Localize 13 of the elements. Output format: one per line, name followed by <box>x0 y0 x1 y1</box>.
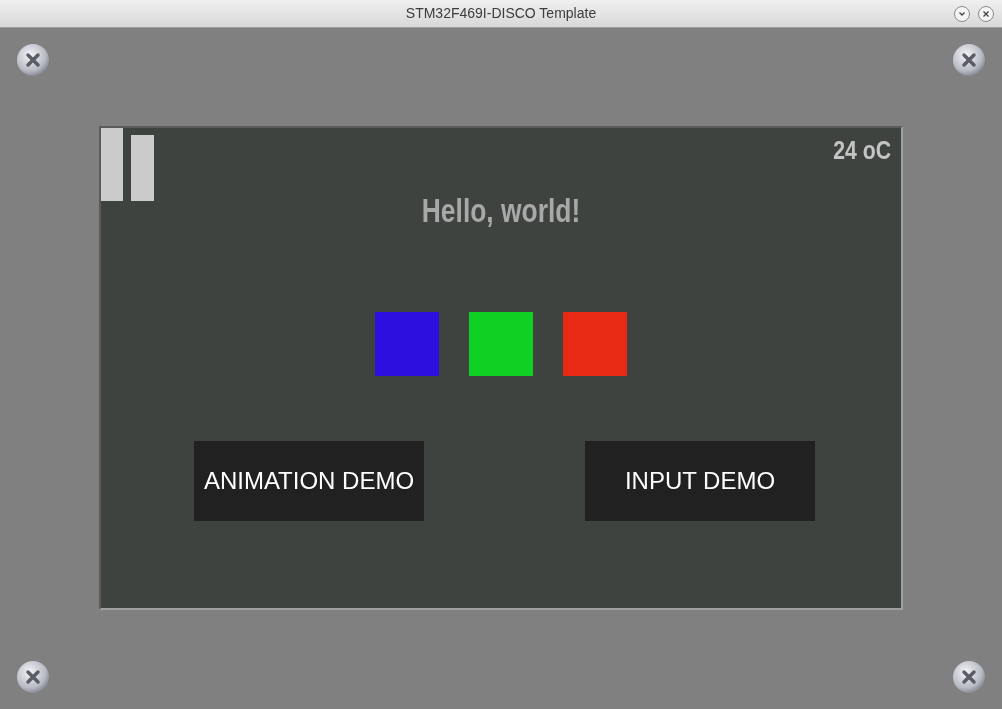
screw-icon <box>952 43 986 77</box>
demo-button[interactable]: INPUT DEMO <box>585 440 815 521</box>
temperature-label: 24 oC <box>833 135 891 166</box>
demo-button[interactable]: ANIMATION DEMO <box>194 440 424 521</box>
greeting-text: Hello, world! <box>421 191 581 231</box>
chevron-down-icon <box>958 10 966 18</box>
window-title: STM32F469I-DISCO Template <box>405 4 597 23</box>
minimize-button[interactable] <box>954 6 970 22</box>
screw-icon <box>16 43 50 77</box>
close-button[interactable] <box>978 6 994 22</box>
close-icon <box>982 10 990 18</box>
screw-icon <box>16 660 50 694</box>
screw-icon <box>952 660 986 694</box>
